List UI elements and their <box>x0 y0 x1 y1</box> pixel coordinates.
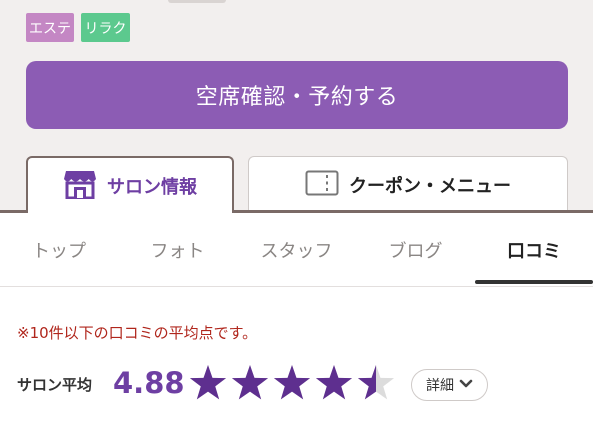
subnav-reviews[interactable]: 口コミ <box>475 213 593 286</box>
tab-salon-info[interactable]: サロン情報 <box>26 156 234 213</box>
star-icon <box>273 365 311 400</box>
tag-esthe: エステ <box>26 13 74 42</box>
coupon-icon <box>305 170 339 200</box>
chevron-down-icon <box>459 377 473 393</box>
scroll-handle <box>168 0 226 3</box>
star-icon <box>357 365 395 400</box>
tab-coupon-menu-label: クーポン・メニュー <box>349 175 511 197</box>
salon-average-value: 4.88 <box>113 366 185 400</box>
tag-relax: リラク <box>81 13 130 42</box>
review-note: ※10件以下の口コミの平均点です。 <box>17 324 258 342</box>
reserve-button[interactable]: 空席確認・予約する <box>26 61 568 129</box>
salon-subnav: トップ フォト スタッフ ブログ 口コミ <box>0 213 593 286</box>
tab-salon-info-label: サロン情報 <box>107 176 197 198</box>
store-icon <box>63 169 97 203</box>
detail-label: 詳細 <box>426 378 454 394</box>
subnav-staff[interactable]: スタッフ <box>237 213 356 286</box>
subnav-border <box>0 286 593 287</box>
rating-stars <box>189 364 395 402</box>
subnav-top[interactable]: トップ <box>0 213 118 286</box>
tab-coupon-menu[interactable]: クーポン・メニュー <box>248 156 568 212</box>
star-icon <box>315 365 353 400</box>
subnav-photo[interactable]: フォト <box>118 213 237 286</box>
subnav-blog[interactable]: ブログ <box>356 213 475 286</box>
subnav-active-indicator <box>475 280 593 284</box>
salon-average-label: サロン平均 <box>17 376 93 394</box>
detail-button[interactable]: 詳細 <box>411 369 488 401</box>
star-icon <box>189 365 227 400</box>
star-icon <box>231 365 269 400</box>
